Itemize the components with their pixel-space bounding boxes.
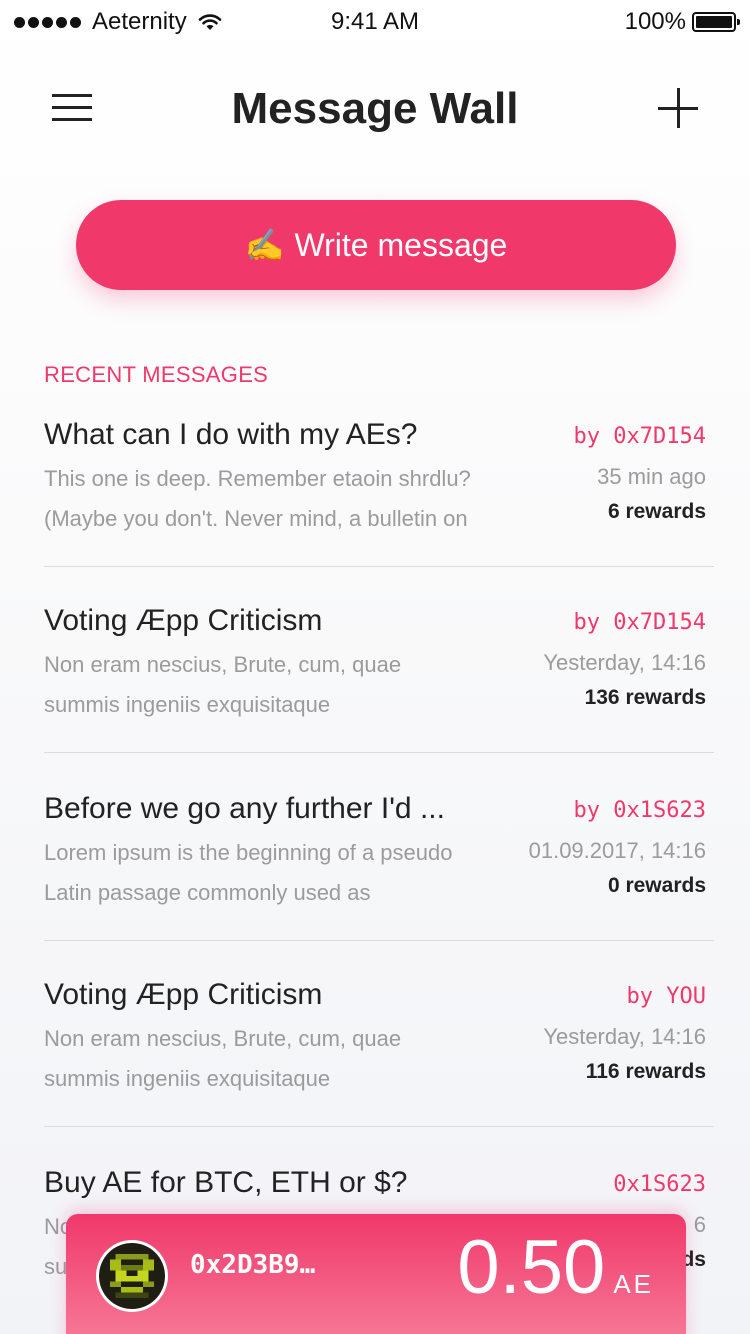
message-time: 01.09.2017, 14:16 [528, 838, 706, 863]
divider [44, 566, 714, 567]
message-preview-line: Non eram nescius, Brute, cum, quae [44, 652, 402, 677]
battery-icon [692, 12, 740, 32]
message-rewards: 6 rewards [607, 500, 706, 523]
balance: 0.50 AE [457, 1230, 654, 1306]
message-title: Voting Æpp Criticism [44, 604, 323, 637]
list-item[interactable]: Before we go any further I'd ... Lorem i… [0, 792, 750, 978]
avatar[interactable] [96, 1240, 168, 1312]
account-address: 0x2D3B9… [190, 1250, 316, 1280]
message-author[interactable]: by YOU [627, 984, 706, 1009]
message-title: What can I do with my AEs? [44, 418, 418, 451]
page-title: Message Wall [231, 84, 519, 133]
list-item[interactable]: Voting Æpp Criticism Non eram nescius, B… [0, 604, 750, 790]
message-author[interactable]: by 0x1S623 [574, 798, 706, 823]
divider [44, 752, 714, 753]
message-preview-line: (Maybe you don't. Never mind, a bulletin… [44, 506, 468, 531]
balance-amount: 0.50 [457, 1225, 606, 1310]
message-rewards: 136 rewards [584, 686, 706, 709]
divider [44, 940, 714, 941]
message-rewards: 0 rewards [607, 874, 706, 897]
recent-messages-heading: RECENT MESSAGES [44, 362, 269, 387]
list-item[interactable]: What can I do with my AEs? This one is d… [0, 418, 750, 604]
message-wall-screen: Aeternity 9:41 AM 100% Message Wall ✍️ W… [0, 0, 750, 1334]
message-preview-line: summis ingeniis exquisitaque [44, 692, 331, 717]
message-author[interactable]: 0x1S623 [613, 1172, 706, 1197]
message-rewards: 116 rewards [585, 1060, 706, 1083]
status-bar: Aeternity 9:41 AM 100% [0, 0, 750, 44]
message-title: Voting Æpp Criticism [44, 978, 323, 1011]
write-message-label: Write message [294, 226, 508, 263]
message-preview-line: summis ingeniis exquisitaque [44, 1066, 331, 1091]
message-time: 6 [693, 1212, 706, 1237]
message-preview-line: Latin passage commonly used as [44, 880, 371, 905]
message-time: Yesterday, 14:16 [543, 650, 706, 675]
battery-percentage: 100% [624, 8, 686, 35]
identicon-icon [99, 1243, 165, 1309]
message-title: Before we go any further I'd ... [44, 792, 445, 825]
message-time: Yesterday, 14:16 [543, 1024, 706, 1049]
balance-unit: AE [613, 1269, 654, 1299]
status-right: 100% [624, 8, 740, 36]
message-time: 35 min ago [597, 464, 706, 489]
message-author[interactable]: by 0x7D154 [574, 610, 706, 635]
divider [44, 1126, 714, 1127]
write-message-button[interactable]: ✍️ Write message [76, 200, 676, 290]
message-title: Buy AE for BTC, ETH or $? [44, 1166, 408, 1199]
writing-hand-icon: ✍️ [244, 227, 285, 263]
account-bar[interactable]: 0x2D3B9… 0.50 AE [66, 1214, 686, 1334]
plus-icon[interactable] [658, 88, 698, 128]
list-item[interactable]: Voting Æpp Criticism Non eram nescius, B… [0, 978, 750, 1164]
message-author[interactable]: by 0x7D154 [574, 424, 706, 449]
message-preview-line: Non eram nescius, Brute, cum, quae [44, 1026, 402, 1051]
message-preview-line: Lorem ipsum is the beginning of a pseudo [44, 840, 453, 865]
message-preview-line: This one is deep. Remember etaoin shrdlu… [44, 466, 471, 491]
